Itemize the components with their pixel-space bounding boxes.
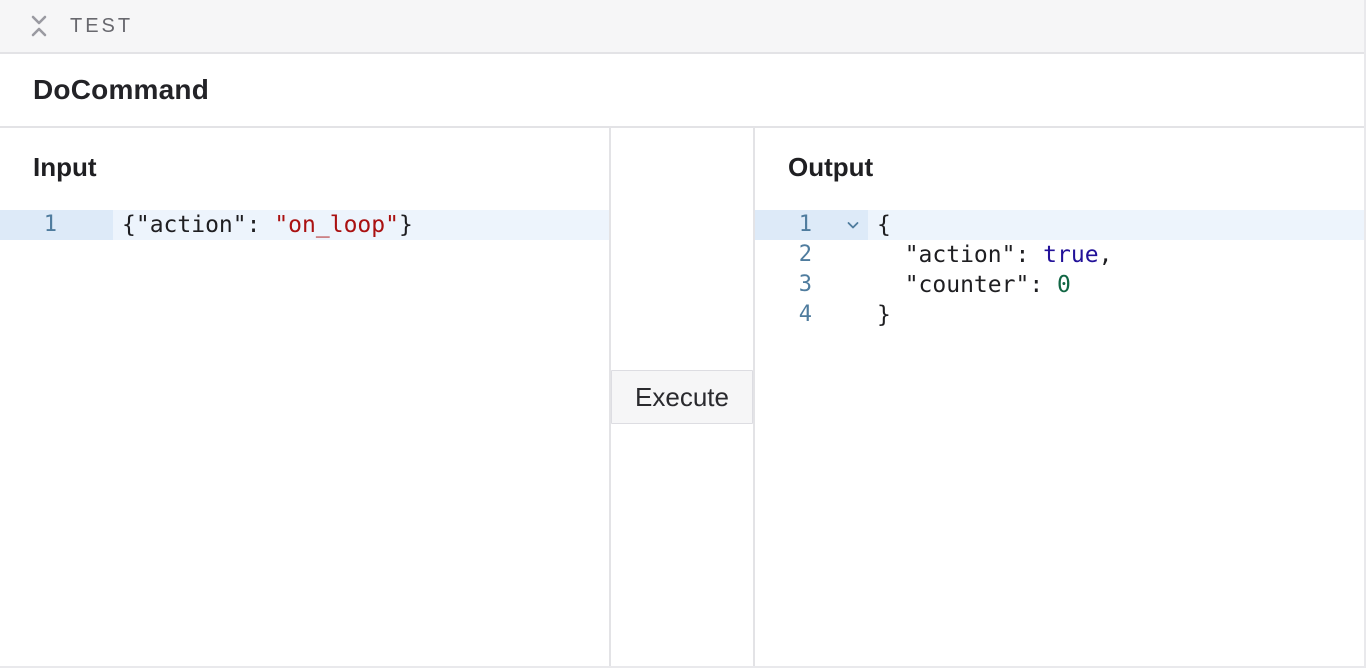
code-line: { <box>868 210 1364 240</box>
execute-column: Execute <box>609 128 755 666</box>
input-panel: Input 1 {"action": "on_loop"} <box>0 128 609 666</box>
token-plain: { <box>877 212 891 238</box>
line-gutter: 3 <box>755 270 868 300</box>
line-number: 2 <box>755 240 812 270</box>
line-number: 4 <box>755 300 812 330</box>
output-heading: Output <box>755 128 1364 182</box>
page-title: DoCommand <box>33 74 209 106</box>
code-line: "counter": 0 <box>868 270 1364 300</box>
collapse-vertical-icon[interactable] <box>29 14 49 38</box>
command-title-bar: DoCommand <box>0 54 1364 128</box>
code-line[interactable]: {"action": "on_loop"} <box>113 210 609 240</box>
editor-line: 1{ <box>755 210 1364 240</box>
line-number: 1 <box>0 210 57 240</box>
editor-line: 4} <box>755 300 1364 330</box>
line-number: 1 <box>755 210 812 240</box>
line-gutter: 1 <box>0 210 113 240</box>
execute-button[interactable]: Execute <box>611 370 753 424</box>
code-line: } <box>868 300 1364 330</box>
token-plain: "action": <box>877 242 1043 268</box>
main-area: Input 1{"action": "on_loop"} Execute Out… <box>0 128 1364 666</box>
output-editor: 1{2 "action": true,3 "counter": 04} <box>755 210 1364 330</box>
input-heading: Input <box>0 128 609 182</box>
fold-gutter <box>57 210 113 240</box>
docommand-test-panel: TEST DoCommand Input 1{"action": "on_loo… <box>0 0 1366 668</box>
token-string: "on_loop" <box>274 212 399 238</box>
code-line: "action": true, <box>868 240 1364 270</box>
editor-line: 2 "action": true, <box>755 240 1364 270</box>
fold-gutter <box>812 240 868 270</box>
chevron-down-icon[interactable] <box>812 210 868 240</box>
input-editor[interactable]: 1 {"action": "on_loop"} <box>0 210 609 240</box>
output-panel: Output 1{2 "action": true,3 "counter": 0… <box>755 128 1364 666</box>
editor-line: 3 "counter": 0 <box>755 270 1364 300</box>
line-gutter: 4 <box>755 300 868 330</box>
token-plain: } <box>399 212 413 238</box>
fold-gutter <box>812 300 868 330</box>
token-plain: {"action": <box>122 212 274 238</box>
token-plain: "counter": <box>877 272 1057 298</box>
line-gutter: 2 <box>755 240 868 270</box>
line-gutter: 1 <box>755 210 868 240</box>
token-plain: } <box>877 302 891 328</box>
test-header-label: TEST <box>70 15 133 38</box>
line-number: 3 <box>755 270 812 300</box>
token-atom: true <box>1043 242 1098 268</box>
token-plain: , <box>1099 242 1113 268</box>
token-number: 0 <box>1057 272 1071 298</box>
fold-gutter <box>812 270 868 300</box>
editor-line[interactable]: 1 {"action": "on_loop"} <box>0 210 609 240</box>
test-header: TEST <box>0 0 1364 54</box>
